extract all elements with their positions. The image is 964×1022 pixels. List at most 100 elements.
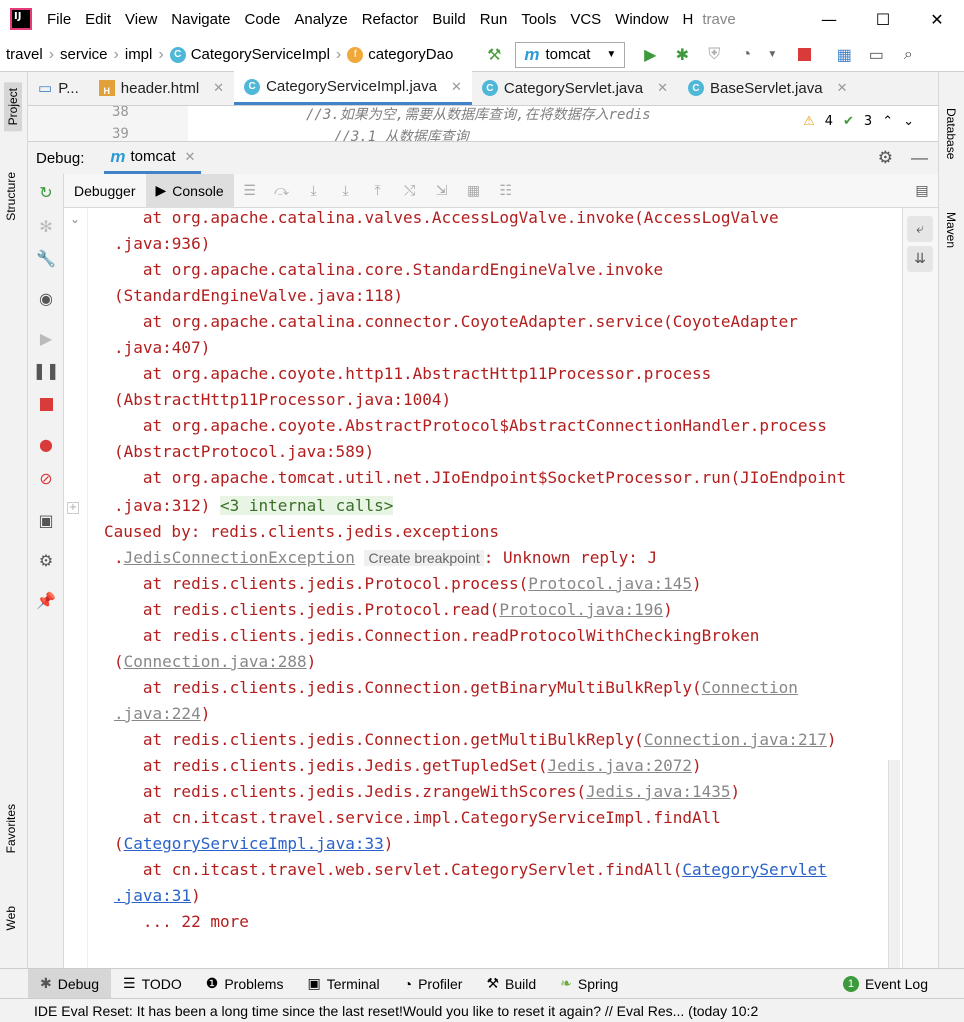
source-link[interactable]: .java:31 bbox=[114, 886, 191, 905]
source-link[interactable]: Connection.java:217 bbox=[644, 730, 827, 749]
collapse-icon[interactable]: ⌄ bbox=[70, 212, 80, 226]
minimize-button[interactable]: — bbox=[802, 0, 856, 38]
menu-code[interactable]: Code bbox=[237, 11, 287, 28]
tool-tab-favorites[interactable]: Favorites bbox=[4, 804, 18, 853]
source-link[interactable]: CategoryServlet bbox=[682, 860, 827, 879]
restart-icon[interactable]: ✻ bbox=[36, 216, 56, 236]
close-tab-icon[interactable]: ✕ bbox=[451, 79, 462, 95]
tab-baseservlet[interactable]: C BaseServlet.java ✕ bbox=[678, 71, 857, 105]
breadcrumb-field[interactable]: f categoryDao bbox=[341, 46, 459, 63]
step-out-icon[interactable]: ⤒ bbox=[368, 181, 388, 201]
menu-edit[interactable]: Edit bbox=[78, 11, 118, 28]
profile-icon[interactable]: ◔ bbox=[733, 42, 759, 68]
tab-console[interactable]: ▶ Console bbox=[145, 173, 234, 208]
expand-fold-icon[interactable]: + bbox=[67, 502, 79, 514]
layout-icon[interactable]: ▤ bbox=[912, 181, 932, 201]
settings-icon[interactable]: ⚙ bbox=[36, 550, 56, 570]
run-to-cursor-icon[interactable]: ⇲ bbox=[432, 181, 452, 201]
breadcrumb-impl[interactable]: impl bbox=[119, 46, 159, 63]
source-link[interactable]: .java:224 bbox=[114, 704, 201, 723]
maximize-button[interactable]: ☐ bbox=[856, 0, 910, 38]
source-link[interactable]: Connection bbox=[702, 678, 798, 697]
wrench-icon[interactable]: 🔧 bbox=[36, 248, 56, 268]
tool-tab-database[interactable]: Database bbox=[944, 108, 958, 159]
run-config-select[interactable]: m tomcat ▼ bbox=[515, 41, 626, 68]
gear-icon[interactable]: ⚙ bbox=[878, 148, 893, 168]
view-breakpoints-icon[interactable]: ● bbox=[36, 434, 56, 454]
eye-icon[interactable]: ◉ bbox=[36, 288, 56, 308]
tab-categoryservlet[interactable]: C CategoryServlet.java ✕ bbox=[472, 71, 678, 105]
bottom-tab-terminal[interactable]: ▣ Terminal bbox=[295, 969, 391, 999]
event-log-button[interactable]: 1 Event Log bbox=[831, 969, 940, 999]
soft-wrap-icon[interactable]: ⤶ bbox=[907, 216, 933, 242]
close-tab-icon[interactable]: ✕ bbox=[185, 149, 196, 165]
tool-tab-project[interactable]: Project bbox=[4, 82, 22, 132]
bottom-tab-debug[interactable]: ✱ Debug bbox=[28, 968, 111, 999]
menu-refactor[interactable]: Refactor bbox=[355, 11, 426, 28]
bottom-tab-problems[interactable]: ❶ Problems bbox=[194, 969, 296, 999]
stop-icon[interactable] bbox=[791, 42, 817, 68]
bottom-tab-build[interactable]: ⚒ Build bbox=[474, 969, 548, 999]
tab-categoryserviceimpl[interactable]: C CategoryServiceImpl.java ✕ bbox=[234, 71, 472, 105]
chevron-down-icon[interactable]: ⌄ bbox=[903, 114, 914, 129]
hide-icon[interactable]: — bbox=[911, 148, 928, 168]
debug-session-tab[interactable]: m tomcat ✕ bbox=[104, 142, 202, 174]
bottom-tab-spring[interactable]: ❧ Spring bbox=[548, 969, 630, 999]
presentation-icon[interactable]: ▭ bbox=[863, 42, 889, 68]
pause-icon[interactable]: ❚❚ bbox=[33, 360, 60, 380]
console-output[interactable]: ⌄ + at org.apache.catalina.valves.Access… bbox=[64, 208, 902, 968]
menu-analyze[interactable]: Analyze bbox=[287, 11, 354, 28]
menu-vcs[interactable]: VCS bbox=[563, 11, 608, 28]
trace-icon[interactable]: ☷ bbox=[496, 181, 516, 201]
coverage-icon[interactable]: ⛨ bbox=[701, 42, 727, 68]
source-link[interactable]: Connection.java:288 bbox=[124, 652, 307, 671]
scroll-to-end-icon[interactable]: ⇊ bbox=[907, 246, 933, 272]
menu-window[interactable]: Window bbox=[608, 11, 675, 28]
tool-tab-structure[interactable]: Structure bbox=[4, 172, 18, 221]
chevron-up-icon[interactable]: ⌃ bbox=[882, 114, 893, 129]
drop-frame-icon[interactable]: ⤭ bbox=[400, 181, 420, 201]
tab-header-html[interactable]: Hheader.html ✕ bbox=[89, 71, 234, 105]
mute-breakpoints-icon[interactable]: ⊘ bbox=[36, 468, 56, 488]
source-link[interactable]: Protocol.java:145 bbox=[528, 574, 692, 593]
menu-lines-icon[interactable]: ☰ bbox=[240, 181, 260, 201]
close-tab-icon[interactable]: ✕ bbox=[837, 80, 848, 96]
project-structure-icon[interactable]: ▦ bbox=[831, 42, 857, 68]
force-step-into-icon[interactable]: ⤓ bbox=[336, 181, 356, 201]
menu-tools[interactable]: Tools bbox=[514, 11, 563, 28]
camera-icon[interactable]: ▣ bbox=[36, 510, 56, 530]
rerun-icon[interactable]: ↻ bbox=[36, 182, 56, 202]
run-icon[interactable]: ▶ bbox=[637, 42, 663, 68]
close-window-button[interactable]: ✕ bbox=[910, 0, 964, 38]
editor-area[interactable]: 38 39 //3.如果为空,需要从数据库查询,在将数据存入redis //3.… bbox=[28, 106, 938, 142]
source-link[interactable]: Jedis.java:2072 bbox=[547, 756, 692, 775]
console-scrollbar[interactable] bbox=[888, 760, 900, 968]
bottom-tab-todo[interactable]: ☰ TODO bbox=[111, 969, 194, 999]
step-over-icon[interactable]: ⤼ bbox=[272, 181, 292, 201]
close-tab-icon[interactable]: ✕ bbox=[657, 80, 668, 96]
menu-run[interactable]: Run bbox=[473, 11, 515, 28]
exception-link[interactable]: JedisConnectionException bbox=[124, 548, 355, 567]
status-message[interactable]: IDE Eval Reset: It has been a long time … bbox=[34, 1003, 758, 1019]
breadcrumb-project[interactable]: travel bbox=[0, 46, 49, 63]
menu-view[interactable]: View bbox=[118, 11, 164, 28]
stop-icon[interactable] bbox=[36, 394, 56, 414]
internal-calls-link[interactable]: <3 internal calls> bbox=[219, 496, 394, 515]
breadcrumb-class[interactable]: C CategoryServiceImpl bbox=[164, 46, 336, 63]
menu-navigate[interactable]: Navigate bbox=[164, 11, 237, 28]
resume-icon[interactable]: ▶ bbox=[36, 328, 56, 348]
tool-tab-web[interactable]: Web bbox=[4, 906, 18, 930]
menu-file[interactable]: File bbox=[40, 11, 78, 28]
breadcrumb-service[interactable]: service bbox=[54, 46, 114, 63]
search-icon[interactable]: ⌕ bbox=[895, 42, 921, 68]
tab-project[interactable]: ▭ P... bbox=[28, 71, 89, 105]
create-breakpoint-hint[interactable]: Create breakpoint bbox=[364, 550, 484, 566]
step-into-icon[interactable]: ⤓ bbox=[304, 181, 324, 201]
inspection-widget[interactable]: ⚠ 4 ✔ 3 ⌃ ⌄ bbox=[803, 114, 914, 129]
tab-debugger[interactable]: Debugger bbox=[64, 174, 146, 208]
evaluate-icon[interactable]: ▦ bbox=[464, 181, 484, 201]
build-hammer-icon[interactable]: ⚒ bbox=[481, 42, 507, 68]
bottom-tab-profiler[interactable]: ◔ Profiler bbox=[392, 969, 475, 999]
debug-bug-icon[interactable]: ✱ bbox=[669, 42, 695, 68]
source-link[interactable]: Jedis.java:1435 bbox=[586, 782, 731, 801]
